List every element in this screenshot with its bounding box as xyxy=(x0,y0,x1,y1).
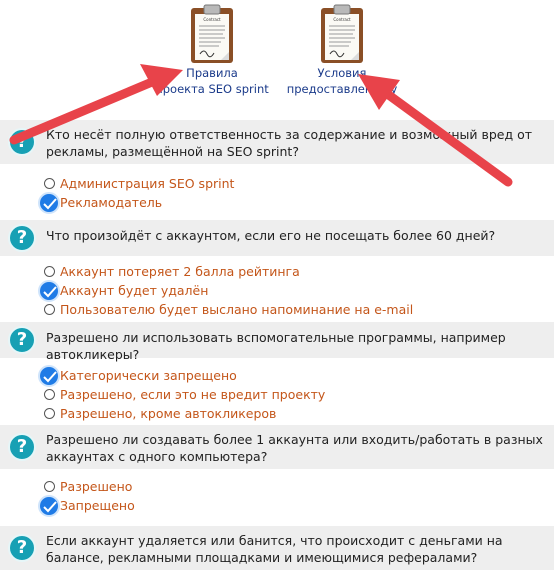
option-item[interactable]: Пользователю будет выслано напоминание н… xyxy=(44,300,554,319)
question-header: ? Разрешено ли создавать более 1 аккаунт… xyxy=(0,425,554,469)
option-label[interactable]: Разрешено, кроме автокликеров xyxy=(60,406,276,421)
svg-text:Contract: Contract xyxy=(333,17,351,22)
terms-document-link[interactable]: Contract Условия предоставления у xyxy=(282,4,402,96)
rules-doc-label-line2[interactable]: проекта SEO sprint xyxy=(152,82,272,96)
question-header: ? Кто несёт полную ответственность за со… xyxy=(0,120,554,164)
options-list: Аккаунт потеряет 2 балла рейтинга Аккаун… xyxy=(0,256,554,319)
option-item[interactable]: Запрещено xyxy=(38,495,554,517)
option-item[interactable]: Разрешено xyxy=(44,477,554,496)
question-block: ? Кто несёт полную ответственность за со… xyxy=(0,120,554,214)
option-label[interactable]: Категорически запрещено xyxy=(60,368,237,383)
option-item[interactable]: Администрация SEO sprint xyxy=(44,174,554,193)
question-header: ? Что произойдёт с аккаунтом, если его н… xyxy=(0,220,554,256)
question-mark-icon: ? xyxy=(8,224,36,252)
question-mark-icon: ? xyxy=(8,128,36,156)
option-label[interactable]: Запрещено xyxy=(60,498,135,513)
option-label[interactable]: Администрация SEO sprint xyxy=(60,176,234,191)
option-item[interactable]: Категорически запрещено xyxy=(38,365,554,387)
svg-text:Contract: Contract xyxy=(203,17,221,22)
documents-area: Contract Правила проекта SEO sprint Cont… xyxy=(0,0,554,110)
option-label[interactable]: Рекламодатель xyxy=(60,195,162,210)
question-block: ? Что произойдёт с аккаунтом, если его н… xyxy=(0,220,554,319)
option-item[interactable]: Аккаунт будет удалён xyxy=(38,280,554,302)
question-block: ? Если аккаунт удаляется или банится, чт… xyxy=(0,526,554,570)
radio-button[interactable] xyxy=(44,266,55,277)
terms-doc-label-line2[interactable]: предоставления у xyxy=(282,82,402,96)
option-label[interactable]: Пользователю будет выслано напоминание н… xyxy=(60,302,413,317)
radio-button[interactable] xyxy=(44,389,55,400)
question-text: Кто несёт полную ответственность за соде… xyxy=(46,127,533,159)
question-text: Разрешено ли создавать более 1 аккаунта … xyxy=(46,432,543,464)
option-item[interactable]: Разрешено, если это не вредит проекту xyxy=(44,385,554,404)
option-item[interactable]: Аккаунт потеряет 2 балла рейтинга xyxy=(44,262,554,281)
clipboard-document-icon: Contract xyxy=(191,4,233,63)
checkmark-icon[interactable] xyxy=(38,365,60,387)
option-item[interactable]: Разрешено, кроме автокликеров xyxy=(44,404,554,423)
question-block: ? Разрешено ли использовать вспомогатель… xyxy=(0,322,554,423)
question-mark-icon: ? xyxy=(8,534,36,562)
question-block: ? Разрешено ли создавать более 1 аккаунт… xyxy=(0,425,554,517)
option-label[interactable]: Разрешено, если это не вредит проекту xyxy=(60,387,325,402)
radio-button[interactable] xyxy=(44,178,55,189)
radio-button[interactable] xyxy=(44,304,55,315)
question-mark-icon: ? xyxy=(8,326,36,354)
radio-button[interactable] xyxy=(44,481,55,492)
question-header: ? Разрешено ли использовать вспомогатель… xyxy=(0,322,554,362)
question-header: ? Если аккаунт удаляется или банится, чт… xyxy=(0,526,554,570)
question-text: Что произойдёт с аккаунтом, если его не … xyxy=(46,228,496,243)
question-text: Если аккаунт удаляется или банится, что … xyxy=(46,533,503,565)
checkmark-icon[interactable] xyxy=(38,280,60,302)
clipboard-document-icon: Contract xyxy=(321,4,363,63)
option-label[interactable]: Аккаунт будет удалён xyxy=(60,283,208,298)
option-item[interactable]: Рекламодатель xyxy=(38,192,554,214)
terms-doc-label-line1[interactable]: Условия xyxy=(282,66,402,80)
rules-document-link[interactable]: Contract Правила проекта SEO sprint xyxy=(152,4,272,96)
options-list: Категорически запрещено Разрешено, если … xyxy=(0,358,554,423)
question-mark-icon: ? xyxy=(8,433,36,461)
option-label[interactable]: Разрешено xyxy=(60,479,132,494)
question-text: Разрешено ли использовать вспомогательны… xyxy=(46,330,506,362)
options-list: Администрация SEO sprint Рекламодатель xyxy=(0,164,554,214)
checkmark-icon[interactable] xyxy=(38,495,60,517)
options-list: Разрешено Запрещено xyxy=(0,469,554,517)
radio-button[interactable] xyxy=(44,408,55,419)
checkmark-icon[interactable] xyxy=(38,192,60,214)
option-label[interactable]: Аккаунт потеряет 2 балла рейтинга xyxy=(60,264,300,279)
rules-doc-label-line1[interactable]: Правила xyxy=(152,66,272,80)
